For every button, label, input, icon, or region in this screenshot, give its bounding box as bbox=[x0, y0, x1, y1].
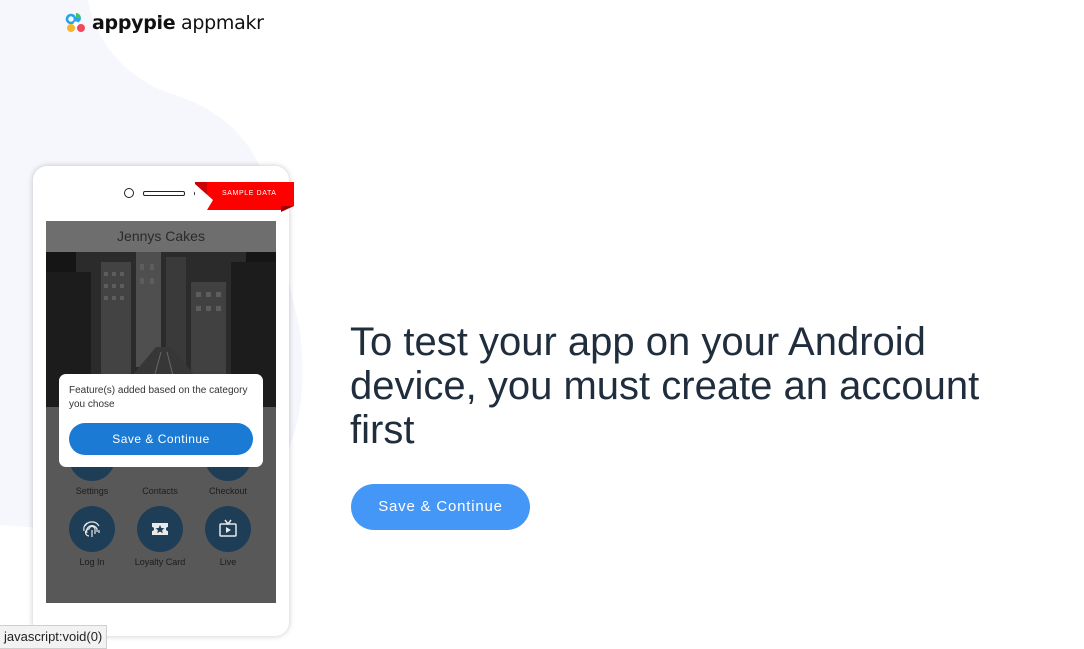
feature-loyalty-card[interactable]: Loyalty Card bbox=[125, 506, 195, 567]
save-continue-button[interactable]: Save & Continue bbox=[351, 484, 530, 530]
popup-message: Feature(s) added based on the category y… bbox=[69, 385, 248, 410]
popup-save-continue-button[interactable]: Save & Continue bbox=[69, 423, 253, 455]
feature-label: Checkout bbox=[208, 486, 248, 496]
live-tv-icon bbox=[205, 506, 251, 552]
app-title: Jennys Cakes bbox=[46, 221, 276, 252]
feature-label: Contacts bbox=[142, 486, 178, 496]
phone-camera bbox=[124, 188, 134, 198]
feature-label: Loyalty Card bbox=[134, 557, 186, 567]
loyalty-card-icon bbox=[137, 506, 183, 552]
appypie-logo[interactable]: appypie appmakr bbox=[64, 11, 264, 35]
brand-name-regular: appmakr bbox=[175, 12, 264, 34]
phone-speaker bbox=[143, 191, 185, 196]
feature-label: Log In bbox=[79, 557, 105, 567]
appypie-logo-icon bbox=[65, 13, 85, 32]
page-headline: To test your app on your Android device,… bbox=[350, 320, 980, 452]
feature-live[interactable]: Live bbox=[193, 506, 263, 567]
feature-popup: Feature(s) added based on the category y… bbox=[59, 374, 263, 467]
feature-label: Settings bbox=[75, 486, 109, 496]
sample-data-label: SAMPLE DATA bbox=[222, 190, 277, 197]
feature-label: Live bbox=[219, 557, 237, 567]
feature-log-in[interactable]: Log In bbox=[57, 506, 127, 567]
brand-name: appypie appmakr bbox=[92, 12, 264, 34]
sample-data-ribbon bbox=[195, 182, 294, 212]
browser-status-bar: javascript:void(0) bbox=[0, 625, 108, 649]
brand-name-bold: appypie bbox=[92, 12, 176, 34]
fingerprint-icon bbox=[69, 506, 115, 552]
